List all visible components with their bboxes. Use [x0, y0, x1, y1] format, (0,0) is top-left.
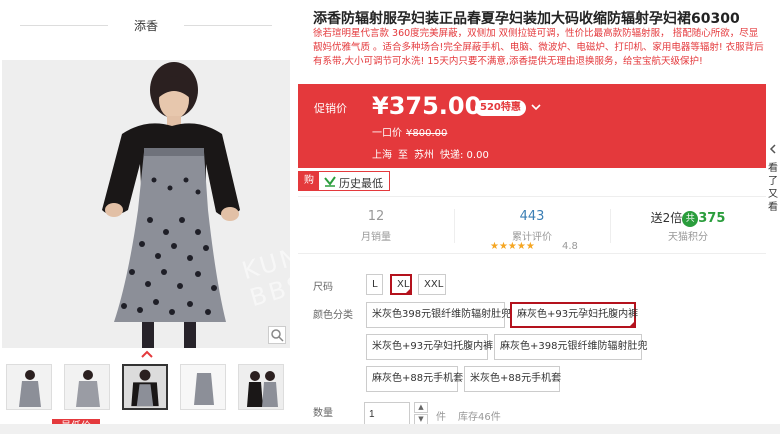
price-panel: 促销价 ¥375.00 520特惠 一口价 ¥800.00 上海至苏州 快递: 0.…: [298, 84, 766, 168]
gallery-column: 添香 KUNSHAN BBS: [0, 0, 381, 434]
ship-to-select[interactable]: 苏州: [414, 150, 434, 161]
color-option[interactable]: 麻灰色+88元手机套: [366, 366, 463, 392]
product-title: 添香防辐射服孕妇装正品春夏孕妇装加大码收缩防辐射孕妇裙60300: [313, 11, 740, 27]
review-count-value: 443: [519, 209, 545, 224]
size-option-xl[interactable]: XL: [390, 274, 412, 295]
zoom-icon[interactable]: [268, 326, 286, 344]
thumbnail[interactable]: [238, 364, 284, 410]
color-option[interactable]: 米灰色+93元孕妇托腹内裤: [366, 334, 493, 360]
chevron-down-icon[interactable]: [531, 101, 541, 111]
original-price: ¥800.00: [406, 128, 448, 139]
shipping-row: 上海至苏州 快递: 0.00: [372, 146, 495, 161]
points-gift-prefix: 送2倍: [650, 211, 683, 225]
size-option-l[interactable]: L: [366, 274, 383, 295]
price-history-label: 历史最低: [339, 177, 383, 190]
stock-count: 库存46件: [458, 412, 501, 423]
quantity-increase-button[interactable]: ▲: [414, 402, 428, 413]
rating-value: 4.8: [562, 241, 578, 252]
color-option[interactable]: 麻灰色+398元银纤维防辐射肚兜: [494, 334, 647, 360]
selected-check-icon: [628, 320, 636, 328]
points-label: 天猫积分: [668, 232, 708, 243]
thumbnail[interactable]: [6, 364, 52, 410]
color-option[interactable]: 米灰色+88元手机套: [464, 366, 561, 392]
points-gift-line: 送2倍共 375: [610, 209, 766, 227]
original-price-label: 一口价: [372, 128, 402, 139]
selected-check-icon: [404, 287, 412, 295]
points-reward: 送2倍共 375 天猫积分: [610, 197, 766, 255]
points-badge-icon: 共: [682, 211, 699, 227]
product-description: 徐若瑄明星代言款 360度完美屏蔽，双侧加 双侧拉链可调，性价比最高款防辐射服，…: [313, 28, 764, 67]
see-also-label: 看了又看: [768, 163, 778, 213]
product-info-column: 添香防辐射服孕妇装正品春夏孕妇装加大码收缩防辐射孕妇裙60300 徐若瑄明星代言…: [298, 0, 768, 434]
monthly-sales-value: 12: [367, 209, 385, 224]
express-fee: 快递: 0.00: [440, 150, 489, 161]
price-value: ¥375.00: [372, 92, 482, 120]
chevron-left-icon: [769, 144, 777, 154]
thumbnail[interactable]: [180, 364, 226, 410]
quantity-input[interactable]: [364, 402, 410, 426]
main-product-photo[interactable]: [2, 60, 290, 348]
color-option-selected-label: 麻灰色+93元孕妇托腹内裤: [517, 309, 639, 320]
size-option-xxl[interactable]: XXL: [418, 274, 446, 295]
stats-bar: 12 月销量 443 累计评价 ★★★★★ 4.8 送2倍共 375 天猫积分: [298, 196, 766, 254]
color-option[interactable]: 米灰色398元银纤维防辐射肚兜: [366, 302, 511, 328]
rating-stars: ★★★★★: [490, 241, 535, 252]
thumbnail-strip: [6, 364, 286, 412]
color-option-selected[interactable]: 麻灰色+93元孕妇托腹内裤: [510, 302, 639, 328]
thumb-scroll-up-icon[interactable]: [140, 349, 154, 359]
ship-from: 上海: [372, 150, 392, 161]
points-value: 375: [698, 211, 726, 226]
quantity-unit: 件: [436, 412, 446, 423]
review-count[interactable]: 443 累计评价 ★★★★★ 4.8: [454, 197, 610, 255]
trend-check-icon: [323, 174, 337, 188]
promo-badge[interactable]: 520特惠: [475, 100, 526, 116]
price-label: 促销价: [314, 102, 347, 115]
store-header: 添香: [0, 8, 292, 44]
shopping-bag-icon: 购: [299, 172, 319, 190]
original-price-row: 一口价 ¥800.00: [372, 124, 447, 139]
monthly-sales: 12 月销量: [298, 197, 454, 255]
ship-to-label: 至: [398, 150, 408, 161]
thumbnail[interactable]: [122, 364, 168, 410]
divider: [184, 25, 272, 26]
quantity-label: 数量: [313, 408, 333, 419]
size-label: 尺码: [313, 282, 333, 293]
model-illustration: [2, 60, 290, 348]
monthly-sales-label: 月销量: [361, 232, 391, 243]
color-label: 颜色分类: [313, 310, 353, 321]
see-also-tab[interactable]: 看了又看: [767, 140, 780, 240]
thumbnail[interactable]: [64, 364, 110, 410]
bottom-divider: [0, 424, 780, 434]
price-history-button[interactable]: 购 历史最低: [298, 171, 390, 191]
